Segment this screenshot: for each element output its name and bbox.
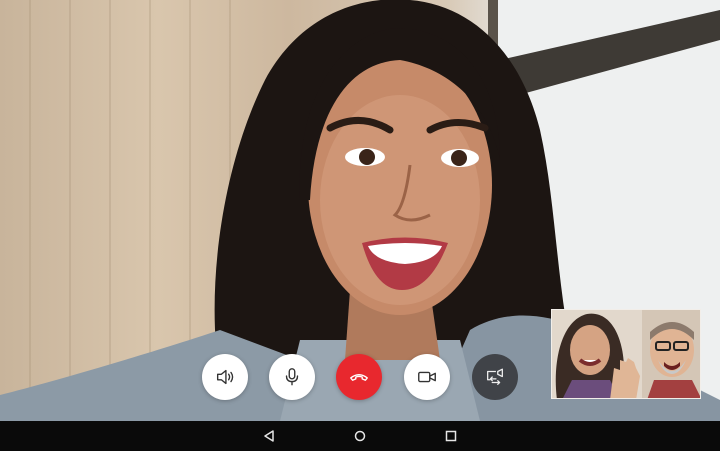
- back-triangle-icon: [264, 430, 274, 442]
- video-call-screen: [0, 0, 720, 451]
- microphone-icon: [285, 368, 299, 386]
- recent-apps-square-icon: [445, 430, 457, 442]
- switch-camera-button[interactable]: [472, 354, 518, 400]
- call-controls: [202, 354, 518, 400]
- system-navigation-bar: [0, 421, 720, 451]
- self-preview-image: [552, 310, 700, 398]
- speaker-button[interactable]: [202, 354, 248, 400]
- video-camera-icon: [418, 371, 436, 383]
- nav-home-button[interactable]: [351, 428, 369, 444]
- phone-hangup-icon: [350, 374, 368, 381]
- end-call-button[interactable]: [336, 354, 382, 400]
- self-preview-video[interactable]: [551, 309, 701, 399]
- microphone-button[interactable]: [269, 354, 315, 400]
- speaker-icon: [216, 369, 234, 385]
- nav-back-button[interactable]: [260, 428, 278, 444]
- switch-camera-icon: [487, 368, 503, 385]
- home-circle-icon: [354, 430, 366, 442]
- video-toggle-button[interactable]: [404, 354, 450, 400]
- nav-recent-apps-button[interactable]: [442, 428, 460, 444]
